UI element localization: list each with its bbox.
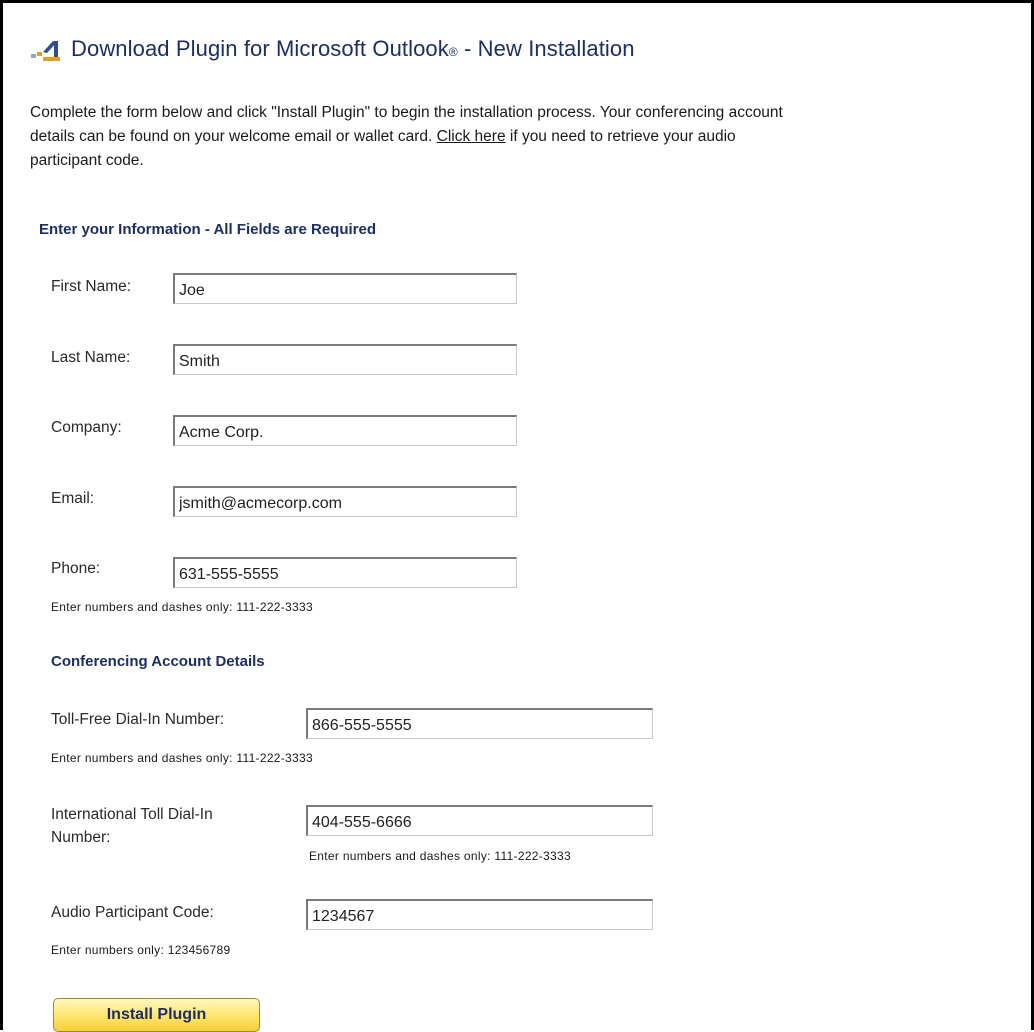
email-label: Email:: [51, 490, 95, 507]
company-label: Company:: [51, 419, 122, 436]
last-name-input[interactable]: [173, 344, 517, 375]
page-frame: Download Plugin for Microsoft Outlook® -…: [0, 0, 1034, 1032]
phone-label: Phone:: [51, 560, 101, 577]
participant-code-label: Audio Participant Code:: [51, 904, 214, 921]
international-hint: Enter numbers and dashes only: 111-222-3…: [309, 849, 571, 863]
page-title: Download Plugin for Microsoft Outlook® -…: [71, 36, 635, 62]
first-name-label: First Name:: [51, 278, 132, 295]
participant-code-input[interactable]: [306, 899, 653, 930]
page-title-main: Download Plugin for Microsoft Outlook: [71, 36, 449, 61]
international-label-line-2: Number:: [51, 829, 111, 846]
install-plugin-button[interactable]: Install Plugin: [53, 998, 260, 1032]
intro-line-3: participant code.: [30, 152, 144, 169]
toll-free-label: Toll-Free Dial-In Number:: [51, 711, 225, 728]
intro-line-1: Complete the form below and click "Insta…: [30, 104, 783, 121]
toll-free-input[interactable]: [306, 708, 653, 739]
registered-mark: ®: [448, 45, 458, 60]
retrieve-code-link[interactable]: Click here: [437, 128, 506, 145]
intro-line-2: details can be found on your welcome ema…: [30, 125, 1034, 149]
phone-hint: Enter numbers and dashes only: 111-222-3…: [51, 600, 313, 614]
international-input[interactable]: [306, 805, 653, 836]
first-name-input[interactable]: [173, 273, 517, 304]
last-name-label: Last Name:: [51, 349, 131, 366]
intro-line-2-before: details can be found on your welcome ema…: [30, 128, 437, 145]
intro-text: Complete the form below and click "Insta…: [30, 101, 1034, 173]
page-title-suffix: - New Installation: [457, 36, 635, 61]
plugin-icon: [31, 41, 60, 61]
phone-input[interactable]: [173, 557, 517, 588]
info-section-heading: Enter your Information - All Fields are …: [39, 221, 376, 238]
email-input[interactable]: [173, 486, 517, 517]
international-label-line-1: International Toll Dial-In: [51, 806, 213, 823]
company-input[interactable]: [173, 415, 517, 446]
participant-code-hint: Enter numbers only: 123456789: [51, 943, 231, 957]
intro-line-2-after: if you need to retrieve your audio: [505, 128, 736, 145]
account-section-heading: Conferencing Account Details: [51, 653, 265, 670]
toll-free-hint: Enter numbers and dashes only: 111-222-3…: [51, 751, 313, 765]
